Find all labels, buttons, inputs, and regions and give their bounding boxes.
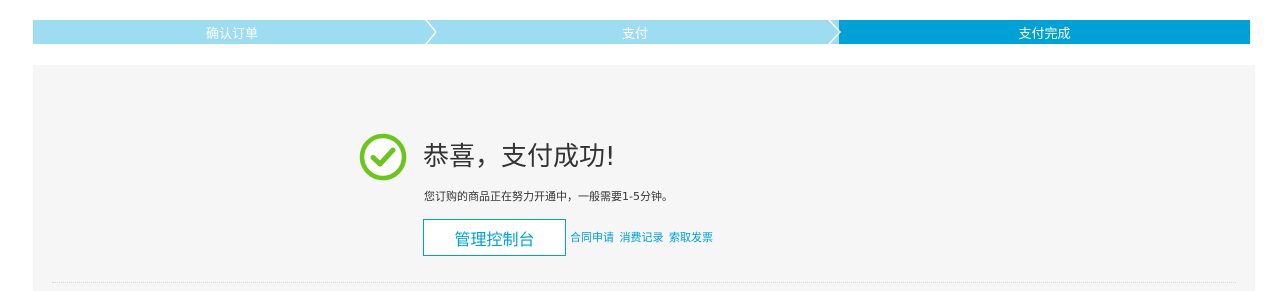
- checkout-progress-steps: 确认订单 支付 支付完成: [33, 20, 1250, 44]
- step-confirm-order: 确认订单: [33, 20, 431, 44]
- chevron-right-icon: [424, 20, 438, 44]
- request-invoice-link[interactable]: 索取发票: [669, 231, 713, 244]
- management-console-button[interactable]: 管理控制台: [423, 219, 566, 256]
- check-circle-icon: [359, 133, 407, 181]
- divider: [52, 282, 1236, 283]
- step-payment-complete: 支付完成: [839, 20, 1250, 44]
- success-title: 恭喜，支付成功!: [423, 142, 616, 172]
- contract-application-link[interactable]: 合同申请: [570, 231, 614, 244]
- consumption-records-link[interactable]: 消费记录: [620, 231, 664, 244]
- result-panel: [33, 65, 1255, 291]
- step-label: 支付完成: [1018, 26, 1071, 42]
- related-links: 合同申请 消费记录 索取发票: [570, 229, 715, 245]
- step-label: 确认订单: [205, 26, 258, 42]
- step-payment: 支付: [431, 20, 839, 44]
- step-label: 支付: [621, 26, 648, 42]
- success-message: 您订购的商品正在努力开通中，一般需要1-5分钟。: [424, 190, 673, 203]
- chevron-right-icon: [828, 20, 842, 44]
